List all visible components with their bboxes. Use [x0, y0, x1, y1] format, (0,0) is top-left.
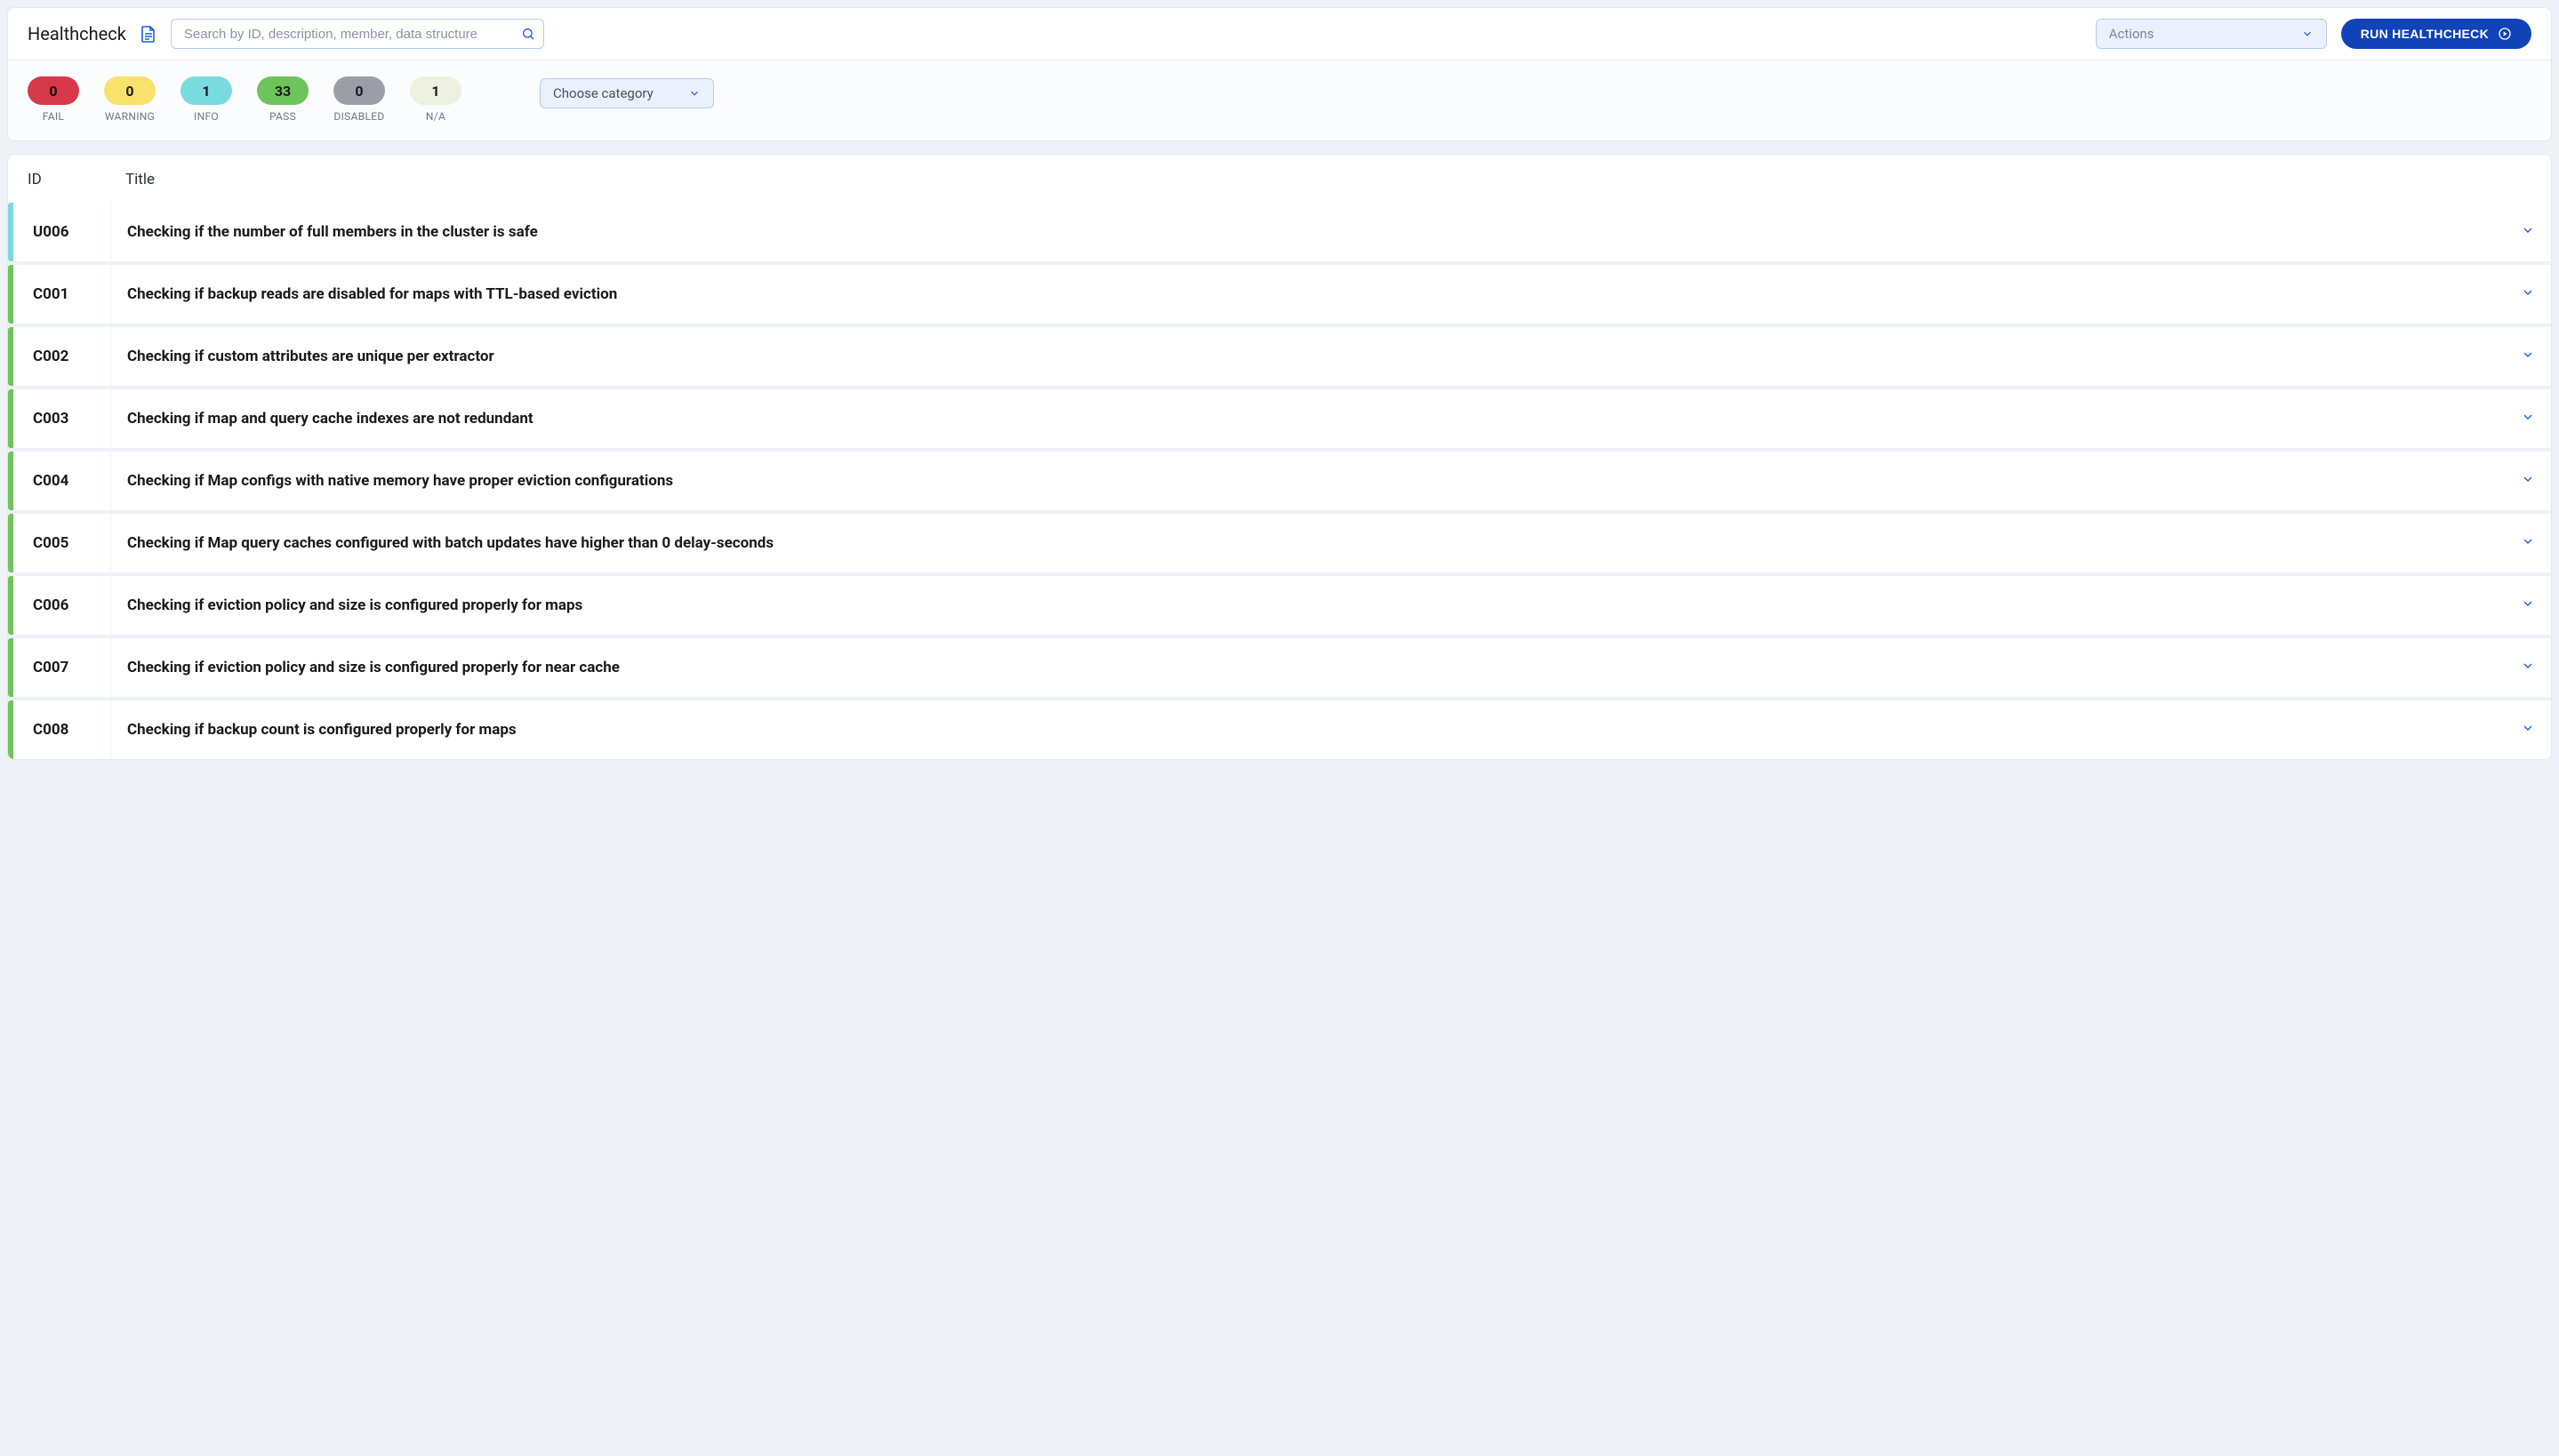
- toolbar: Healthcheck Actions: [8, 8, 2551, 60]
- table-row[interactable]: C004Checking if Map configs with native …: [8, 452, 2551, 510]
- page-title: Healthcheck: [28, 23, 126, 44]
- badge-na-label: N/A: [426, 110, 445, 123]
- checks-table: ID Title U006Checking if the number of f…: [7, 154, 2552, 760]
- chevron-down-icon: [688, 87, 701, 100]
- chevron-down-icon: [2521, 285, 2535, 303]
- table-row[interactable]: U006Checking if the number of full membe…: [8, 203, 2551, 261]
- actions-dropdown[interactable]: Actions: [2096, 19, 2327, 49]
- row-title: Checking if Map query caches configured …: [111, 514, 2505, 572]
- row-title: Checking if map and query cache indexes …: [111, 389, 2505, 448]
- table-row[interactable]: C003Checking if map and query cache inde…: [8, 389, 2551, 448]
- badge-info-label: INFO: [194, 110, 219, 123]
- search-input[interactable]: [171, 19, 544, 49]
- badge-pass-label: PASS: [269, 110, 296, 123]
- expand-row-button[interactable]: [2505, 638, 2551, 697]
- actions-label: Actions: [2109, 26, 2154, 42]
- chevron-down-icon: [2521, 348, 2535, 365]
- table-row[interactable]: C008Checking if backup count is configur…: [8, 700, 2551, 759]
- row-id: C008: [13, 700, 111, 759]
- category-dropdown[interactable]: Choose category: [540, 78, 714, 108]
- row-title: Checking if backup reads are disabled fo…: [111, 265, 2505, 324]
- chevron-down-icon: [2521, 410, 2535, 428]
- row-title: Checking if the number of full members i…: [111, 203, 2505, 261]
- row-id: U006: [13, 203, 111, 261]
- row-id: C002: [13, 327, 111, 386]
- row-id: C006: [13, 576, 111, 635]
- badge-fail-label: FAIL: [43, 110, 64, 123]
- chevron-down-icon: [2521, 659, 2535, 676]
- table-row[interactable]: C007Checking if eviction policy and size…: [8, 638, 2551, 697]
- row-id: C005: [13, 514, 111, 572]
- row-title: Checking if eviction policy and size is …: [111, 576, 2505, 635]
- expand-row-button[interactable]: [2505, 203, 2551, 261]
- badge-disabled-label: DISABLED: [333, 110, 384, 123]
- row-id: C003: [13, 389, 111, 448]
- chevron-down-icon: [2521, 223, 2535, 241]
- row-title: Checking if eviction policy and size is …: [111, 638, 2505, 697]
- search-icon[interactable]: [521, 27, 535, 41]
- badge-na[interactable]: 1: [410, 76, 461, 105]
- chevron-down-icon: [2521, 472, 2535, 490]
- table-row[interactable]: C001Checking if backup reads are disable…: [8, 265, 2551, 324]
- run-healthcheck-button[interactable]: RUN HEALTHCHECK: [2341, 19, 2531, 49]
- badge-disabled[interactable]: 0: [333, 76, 385, 105]
- expand-row-button[interactable]: [2505, 514, 2551, 572]
- table-row[interactable]: C005Checking if Map query caches configu…: [8, 514, 2551, 572]
- expand-row-button[interactable]: [2505, 265, 2551, 324]
- expand-row-button[interactable]: [2505, 576, 2551, 635]
- badge-fail[interactable]: 0: [28, 76, 79, 105]
- chevron-down-icon: [2301, 28, 2314, 40]
- expand-row-button[interactable]: [2505, 389, 2551, 448]
- expand-row-button[interactable]: [2505, 327, 2551, 386]
- play-circle-icon: [2498, 27, 2512, 41]
- document-icon[interactable]: [140, 25, 156, 43]
- badge-pass[interactable]: 33: [257, 76, 309, 105]
- badge-warning-label: WARNING: [105, 110, 155, 123]
- chevron-down-icon: [2521, 721, 2535, 739]
- category-label: Choose category: [553, 85, 654, 101]
- table-row[interactable]: C002Checking if custom attributes are un…: [8, 327, 2551, 386]
- chevron-down-icon: [2521, 534, 2535, 552]
- row-title: Checking if backup count is configured p…: [111, 700, 2505, 759]
- status-filter-row: 0 FAIL 0 WARNING 1 INFO 33 PASS 0 DISABL…: [8, 60, 2551, 140]
- chevron-down-icon: [2521, 596, 2535, 614]
- col-header-title: Title: [125, 171, 155, 188]
- row-id: C007: [13, 638, 111, 697]
- table-header: ID Title: [8, 155, 2551, 203]
- row-id: C004: [13, 452, 111, 510]
- badge-warning[interactable]: 0: [104, 76, 156, 105]
- col-header-id: ID: [28, 171, 115, 188]
- row-title: Checking if custom attributes are unique…: [111, 327, 2505, 386]
- table-row[interactable]: C006Checking if eviction policy and size…: [8, 576, 2551, 635]
- expand-row-button[interactable]: [2505, 700, 2551, 759]
- run-label: RUN HEALTHCHECK: [2361, 27, 2489, 41]
- row-id: C001: [13, 265, 111, 324]
- search-wrap: [171, 19, 544, 49]
- expand-row-button[interactable]: [2505, 452, 2551, 510]
- row-title: Checking if Map configs with native memo…: [111, 452, 2505, 510]
- badge-info[interactable]: 1: [180, 76, 232, 105]
